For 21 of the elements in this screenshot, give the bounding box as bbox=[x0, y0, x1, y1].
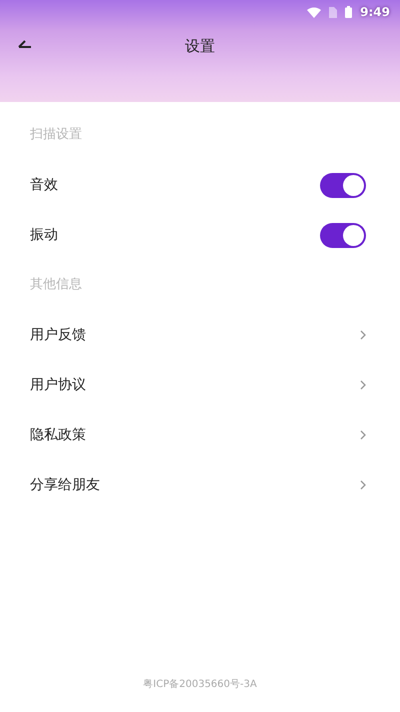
status-time: 9:49 bbox=[360, 4, 390, 21]
chevron-right-icon bbox=[360, 430, 366, 440]
section-title: 扫描设置 bbox=[30, 126, 82, 144]
sim-icon bbox=[329, 6, 338, 18]
chevron-right-icon bbox=[360, 330, 366, 340]
menu-item[interactable]: 用户反馈 bbox=[30, 324, 86, 346]
icp-number: 粤ICP备20035660号-3A bbox=[143, 678, 257, 692]
section-title: 其他信息 bbox=[30, 276, 82, 294]
setting-label: 音效 bbox=[30, 176, 58, 194]
toggle-switch[interactable] bbox=[320, 172, 366, 198]
battery-icon bbox=[345, 6, 352, 18]
toggle-switch[interactable] bbox=[320, 222, 366, 248]
page-title: 设置 bbox=[185, 36, 215, 57]
setting-label: 振动 bbox=[30, 226, 58, 244]
wifi-icon bbox=[307, 6, 322, 18]
chevron-right-icon bbox=[360, 480, 366, 490]
menu-item[interactable]: 隐私政策 bbox=[30, 424, 86, 446]
chevron-right-icon bbox=[360, 380, 366, 390]
back-icon[interactable] bbox=[17, 40, 33, 48]
menu-item[interactable]: 用户协议 bbox=[30, 374, 86, 396]
menu-item[interactable]: 分享给朋友 bbox=[30, 474, 100, 496]
